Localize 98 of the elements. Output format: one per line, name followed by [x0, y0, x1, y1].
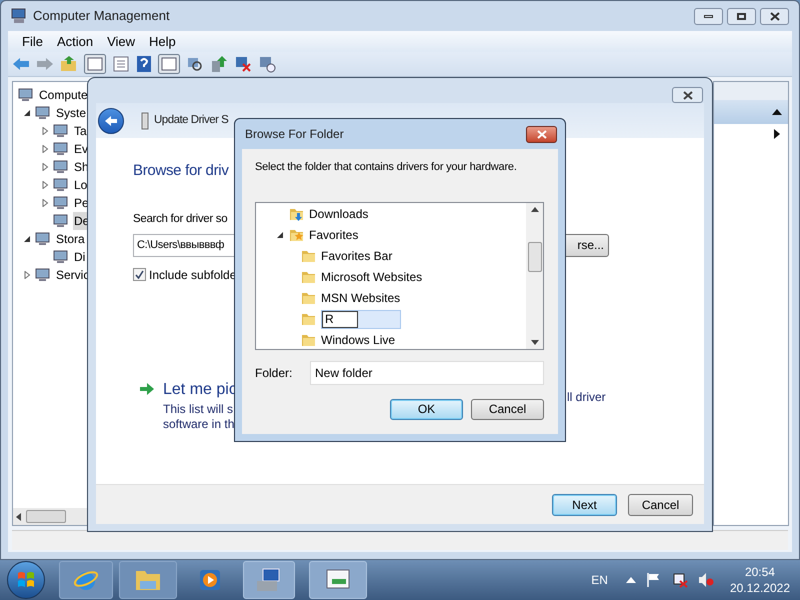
collapsed-arrow-icon[interactable]	[41, 145, 49, 153]
rename-field[interactable]: R	[322, 310, 358, 328]
checkbox[interactable]	[133, 268, 146, 282]
menu-item[interactable]: File	[16, 32, 49, 52]
close-icon	[536, 130, 546, 138]
monitor-icon	[53, 249, 69, 265]
back-arrow-icon[interactable]	[12, 57, 30, 71]
folder-icon	[134, 568, 162, 592]
back-button[interactable]	[98, 108, 124, 134]
close-button[interactable]	[672, 87, 703, 103]
close-icon	[682, 90, 692, 100]
scroll-up-icon[interactable]	[530, 206, 538, 212]
monitor-icon	[35, 267, 51, 283]
close-button[interactable]	[760, 8, 789, 24]
monitor-icon	[35, 231, 51, 247]
help-icon[interactable]	[136, 55, 152, 73]
collapsed-arrow-icon[interactable]	[41, 199, 49, 207]
scrollbar-thumb[interactable]	[26, 510, 66, 523]
monitor-icon	[53, 177, 69, 193]
scan-hardware-icon[interactable]	[186, 55, 204, 73]
monitor-icon	[53, 141, 69, 157]
expanded-arrow-icon[interactable]	[276, 231, 284, 239]
minimize-button[interactable]	[694, 8, 723, 24]
windows-logo-icon	[16, 570, 36, 590]
path-field[interactable]: C:\Users\ввывввф	[133, 234, 234, 257]
play-icon	[198, 568, 222, 592]
tree-item[interactable]: Ta	[73, 122, 88, 140]
expanded-arrow-icon[interactable]	[23, 235, 31, 243]
monitor-icon	[53, 159, 69, 175]
disable-device-icon[interactable]	[258, 55, 276, 73]
language-indicator[interactable]: EN	[591, 571, 608, 589]
expanded-arrow-icon[interactable]	[23, 109, 31, 117]
uninstall-icon[interactable]	[234, 55, 252, 73]
instruction-text: Select the folder that contains drivers for your hardware.	[255, 160, 517, 175]
speaker-icon[interactable]	[698, 572, 714, 588]
dialog-heading: Browse for driv	[133, 161, 229, 181]
search-label: Search for driver so	[133, 212, 228, 226]
network-icon[interactable]	[672, 572, 688, 588]
monitor-icon	[53, 213, 69, 229]
device-taskbar-button[interactable]	[309, 561, 367, 599]
properties-icon[interactable]	[112, 55, 130, 73]
collapsed-arrow-icon[interactable]	[23, 271, 31, 279]
folder-item[interactable]: Favorites Bar	[321, 247, 392, 265]
folder-item[interactable]: Windows Live	[321, 331, 396, 348]
folder-label: Folder:	[255, 364, 294, 382]
monitor-icon	[53, 195, 69, 211]
checkbox-label: Include subfolde	[149, 266, 236, 284]
flag-icon[interactable]	[646, 572, 662, 588]
arrow-icon[interactable]	[139, 382, 155, 396]
option-description: software in th	[163, 416, 236, 432]
clock-time[interactable]: 20:54	[744, 564, 775, 580]
collapsed-arrow-icon[interactable]	[41, 127, 49, 135]
menu-item[interactable]: Action	[50, 32, 100, 52]
close-button[interactable]	[526, 126, 557, 142]
update-driver-icon[interactable]	[210, 55, 228, 73]
next-button[interactable]: Next	[552, 494, 617, 516]
collapsed-arrow-icon[interactable]	[41, 181, 49, 189]
scroll-left-icon[interactable]	[16, 512, 22, 520]
window-title: Computer Management	[33, 7, 170, 26]
folder-item[interactable]: Downloads	[309, 205, 368, 223]
collapse-arrow-icon[interactable]	[772, 109, 782, 115]
maximize-button[interactable]	[727, 8, 756, 24]
monitor-icon	[18, 87, 34, 103]
computer-icon	[11, 8, 27, 24]
device-icon	[140, 112, 150, 130]
tree-item[interactable]: Syste	[55, 104, 88, 122]
tree-item[interactable]: Ev	[73, 140, 90, 158]
back-arrow-icon	[104, 114, 118, 126]
cancel-button[interactable]: Cancel	[471, 398, 544, 420]
monitor-icon	[35, 105, 51, 121]
option-description: ll driver	[567, 389, 606, 406]
folder-item[interactable]: Microsoft Websites	[321, 268, 422, 286]
tree-item[interactable]: Stora	[55, 230, 86, 248]
scroll-down-icon[interactable]	[530, 340, 538, 344]
submenu-arrow-icon[interactable]	[774, 129, 780, 139]
menu-item[interactable]: View	[101, 32, 142, 52]
tree-item[interactable]: Compute	[38, 86, 89, 104]
cancel-button[interactable]: Cancel	[628, 494, 693, 516]
folder-item[interactable]: MSN Websites	[321, 289, 400, 307]
vertical-scrollbar[interactable]	[526, 202, 543, 348]
ok-button[interactable]: OK	[390, 398, 463, 420]
dialog-title: Update Driver S	[154, 112, 228, 128]
management-taskbar-button[interactable]	[243, 561, 295, 599]
tree-item[interactable]: Di	[73, 248, 86, 266]
folder-up-icon[interactable]	[60, 55, 78, 73]
menu-item[interactable]: Help	[143, 32, 182, 52]
scrollbar-thumb[interactable]	[528, 242, 542, 272]
show-hidden-icons-icon[interactable]	[626, 577, 636, 583]
clock-date[interactable]: 20.12.2022	[730, 580, 790, 596]
collapsed-arrow-icon[interactable]	[41, 163, 49, 171]
monitor-icon	[53, 123, 69, 139]
dialog-title: Browse For Folder	[245, 126, 344, 143]
start-button[interactable]	[7, 561, 45, 599]
option-description: This list will s	[163, 402, 234, 417]
tree-item[interactable]: Lo	[73, 176, 88, 194]
close-icon	[770, 12, 780, 20]
folder-item[interactable]: Favorites	[309, 226, 358, 244]
folder-field[interactable]: New folder	[310, 360, 544, 384]
